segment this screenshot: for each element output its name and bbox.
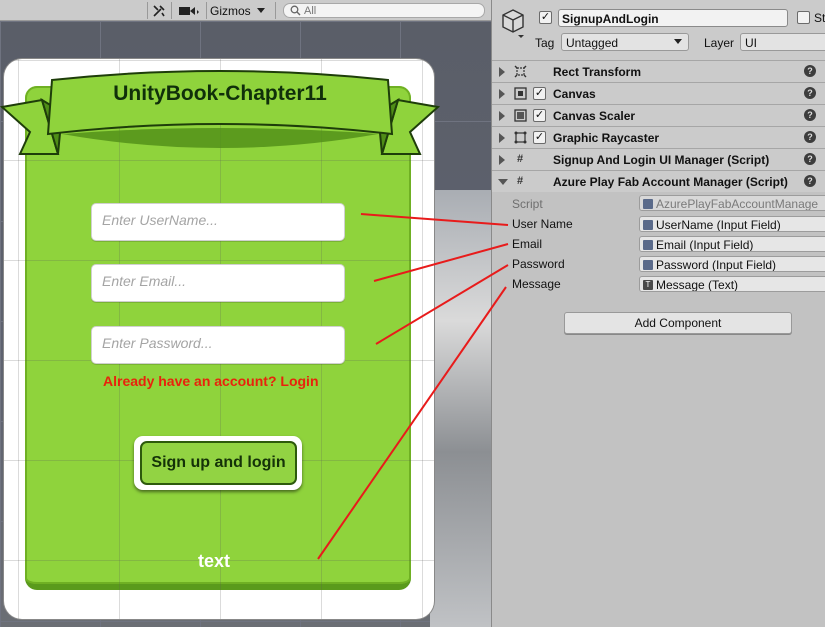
canvas-title: UnityBook-Chapter11 bbox=[113, 82, 327, 105]
component-name: Azure Play Fab Account Manager (Script) bbox=[553, 175, 788, 189]
component-enabled-checkbox[interactable]: ✓ bbox=[533, 87, 546, 100]
username-input[interactable]: Enter UserName... bbox=[91, 203, 345, 241]
text-component-icon: T bbox=[643, 279, 653, 290]
email-value: Email (Input Field) bbox=[656, 237, 754, 252]
script-icon: # bbox=[516, 175, 524, 187]
canvas-icon bbox=[513, 87, 527, 100]
help-icon[interactable]: ? bbox=[804, 65, 816, 77]
component-rect-transform[interactable]: Rect Transform ? bbox=[492, 60, 825, 82]
camera-icon[interactable] bbox=[171, 2, 205, 19]
component-canvas[interactable]: ✓ Canvas ? bbox=[492, 82, 825, 104]
editor-window: Gizmos All UnityBook-Chapter11 Enter Use… bbox=[0, 0, 825, 627]
title-ribbon bbox=[0, 70, 440, 155]
script-reference-field: AzurePlayFabAccountManage bbox=[639, 195, 825, 211]
script-file-icon bbox=[643, 198, 653, 209]
component-name: Canvas Scaler bbox=[553, 109, 636, 123]
scene-view[interactable]: Gizmos All UnityBook-Chapter11 Enter Use… bbox=[0, 0, 491, 627]
tag-value: Untagged bbox=[566, 36, 619, 50]
layer-value: UI bbox=[745, 36, 757, 50]
password-reference-field[interactable]: Password (Input Field) bbox=[639, 256, 825, 272]
input-field-icon bbox=[643, 259, 653, 270]
component-canvas-scaler[interactable]: ✓ Canvas Scaler ? bbox=[492, 104, 825, 126]
help-icon[interactable]: ? bbox=[804, 175, 816, 187]
component-name: Signup And Login UI Manager (Script) bbox=[553, 153, 770, 167]
static-checkbox[interactable] bbox=[797, 11, 810, 24]
component-name: Rect Transform bbox=[553, 65, 642, 79]
component-enabled-checkbox[interactable]: ✓ bbox=[533, 131, 546, 144]
component-name: Canvas bbox=[553, 87, 596, 101]
input-field-icon bbox=[643, 219, 653, 230]
gameobject-name-field[interactable]: SignupAndLogin bbox=[558, 9, 788, 27]
help-icon[interactable]: ? bbox=[804, 153, 816, 165]
chevron-down-icon bbox=[674, 39, 682, 44]
message-field-label: Message bbox=[512, 277, 561, 291]
component-signup-ui-manager[interactable]: # Signup And Login UI Manager (Script) ? bbox=[492, 148, 825, 170]
help-icon[interactable]: ? bbox=[804, 109, 816, 121]
help-icon[interactable]: ? bbox=[804, 131, 816, 143]
search-icon bbox=[290, 5, 301, 16]
message-text: text bbox=[198, 551, 231, 571]
component-name: Graphic Raycaster bbox=[553, 131, 660, 145]
signup-login-button[interactable]: Sign up and login bbox=[140, 441, 297, 485]
username-reference-field[interactable]: UserName (Input Field) bbox=[639, 216, 825, 232]
foldout-arrow-icon[interactable] bbox=[498, 179, 508, 185]
component-enabled-checkbox[interactable]: ✓ bbox=[533, 109, 546, 122]
message-value: Message (Text) bbox=[656, 277, 739, 292]
rect-transform-icon bbox=[513, 65, 527, 78]
foldout-arrow-icon[interactable] bbox=[499, 155, 505, 165]
gameobject-active-checkbox[interactable]: ✓ bbox=[539, 11, 552, 24]
foldout-arrow-icon[interactable] bbox=[499, 133, 505, 143]
email-field-label: Email bbox=[512, 237, 543, 251]
tools-icon[interactable] bbox=[147, 2, 169, 19]
add-component-button[interactable]: Add Component bbox=[564, 312, 792, 334]
gizmos-label: Gizmos bbox=[210, 3, 251, 18]
canvas-scaler-icon bbox=[513, 109, 527, 122]
tag-dropdown[interactable]: Untagged bbox=[561, 33, 689, 51]
foldout-arrow-icon[interactable] bbox=[499, 111, 505, 121]
inspector-panel: ✓ SignupAndLogin St Tag Untagged Layer U… bbox=[491, 0, 825, 627]
email-reference-field[interactable]: Email (Input Field) bbox=[639, 236, 825, 252]
search-placeholder: All bbox=[304, 4, 317, 17]
inspector-header: ✓ SignupAndLogin St Tag Untagged Layer U… bbox=[492, 0, 825, 61]
scene-skybox-strip bbox=[430, 190, 491, 627]
scene-search-input[interactable]: All bbox=[283, 3, 485, 18]
input-field-icon bbox=[643, 239, 653, 250]
gameobject-cube-icon bbox=[502, 9, 524, 38]
layer-dropdown[interactable]: UI bbox=[740, 33, 825, 51]
static-label: St bbox=[814, 11, 825, 25]
username-value: UserName (Input Field) bbox=[656, 217, 781, 232]
component-graphic-raycaster[interactable]: ✓ Graphic Raycaster ? bbox=[492, 126, 825, 148]
raycaster-icon bbox=[513, 131, 527, 144]
scene-toolbar: Gizmos All bbox=[0, 0, 491, 21]
tag-label: Tag bbox=[535, 36, 555, 50]
foldout-arrow-icon[interactable] bbox=[499, 89, 505, 99]
password-field-label: Password bbox=[512, 257, 565, 271]
help-icon[interactable]: ? bbox=[804, 87, 816, 99]
password-input[interactable]: Enter Password... bbox=[91, 326, 345, 364]
message-reference-field[interactable]: T Message (Text) bbox=[639, 276, 825, 292]
component-azure-account-manager[interactable]: # Azure Play Fab Account Manager (Script… bbox=[492, 170, 825, 192]
password-value: Password (Input Field) bbox=[656, 257, 777, 272]
script-icon: # bbox=[516, 153, 524, 165]
layer-label: Layer bbox=[704, 36, 735, 50]
email-input[interactable]: Enter Email... bbox=[91, 264, 345, 302]
chevron-down-icon bbox=[256, 7, 265, 13]
foldout-arrow-icon[interactable] bbox=[499, 67, 505, 77]
script-field-label: Script bbox=[512, 197, 543, 211]
username-field-label: User Name bbox=[512, 217, 573, 231]
gizmos-dropdown[interactable]: Gizmos bbox=[206, 2, 276, 19]
script-value: AzurePlayFabAccountManage bbox=[656, 196, 819, 211]
login-link[interactable]: Already have an account? Login bbox=[103, 373, 319, 389]
